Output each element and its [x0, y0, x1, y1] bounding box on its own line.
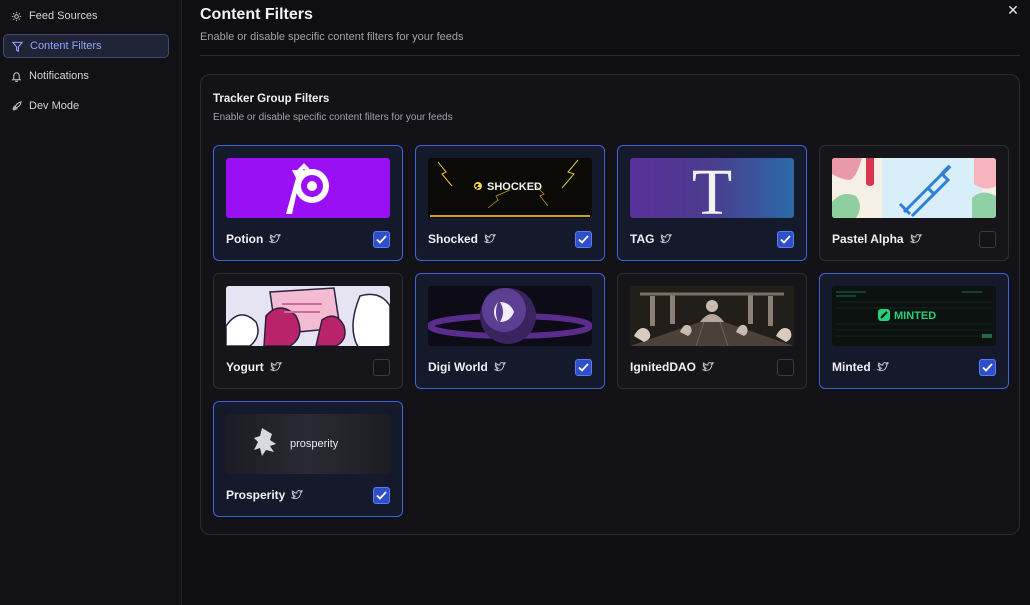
twitter-icon — [493, 362, 506, 372]
pastel-alpha-thumbnail — [832, 158, 996, 218]
tag-thumbnail: T — [630, 158, 794, 218]
card-name: TAG — [630, 232, 655, 246]
gear-icon — [11, 11, 22, 22]
shocked-logo-text: SHOCKED — [487, 181, 542, 193]
card-name: IgnitedDAO — [630, 360, 696, 374]
filter-card-igniteddao[interactable]: IgnitedDAO — [617, 273, 807, 389]
bell-icon — [11, 71, 22, 82]
card-name: Potion — [226, 232, 264, 246]
filter-card-potion[interactable]: Potion — [213, 145, 403, 261]
filter-icon — [12, 41, 23, 52]
twitter-icon — [269, 362, 282, 372]
shocked-thumbnail: SHOCKED — [428, 158, 592, 218]
filter-card-minted[interactable]: MINTED Minted — [819, 273, 1009, 389]
minted-thumbnail: MINTED — [832, 286, 996, 346]
sidebar-item-notifications[interactable]: Notifications — [3, 64, 169, 88]
sidebar-item-label: Dev Mode — [29, 100, 80, 112]
card-name: Prosperity — [226, 488, 286, 502]
sidebar-item-label: Content Filters — [30, 40, 102, 52]
main-content: Content Filters Enable or disable specif… — [182, 0, 1030, 605]
filter-card-digi-world[interactable]: Digi World — [415, 273, 605, 389]
filter-checkbox[interactable] — [575, 359, 592, 376]
igniteddao-thumbnail — [630, 286, 794, 346]
card-name: Minted — [832, 360, 871, 374]
filter-checkbox[interactable] — [777, 359, 794, 376]
yogurt-thumbnail — [226, 286, 390, 346]
panel-title: Tracker Group Filters — [213, 93, 330, 105]
filter-card-tag[interactable]: T TAG — [617, 145, 807, 261]
filter-checkbox[interactable] — [777, 231, 794, 248]
card-name: Yogurt — [226, 360, 264, 374]
minted-logo-text: MINTED — [894, 310, 936, 322]
card-name: Pastel Alpha — [832, 232, 904, 246]
filter-card-yogurt[interactable]: Yogurt — [213, 273, 403, 389]
sidebar: Feed Sources Content Filters Notificatio… — [0, 0, 182, 605]
filter-checkbox[interactable] — [373, 487, 390, 504]
twitter-icon — [876, 362, 889, 372]
tracker-group-filters-panel: Tracker Group Filters Enable or disable … — [200, 74, 1020, 535]
prosperity-thumbnail: prosperity — [226, 414, 390, 474]
close-icon[interactable]: ✕ — [1006, 2, 1020, 19]
tag-logo-text: T — [692, 158, 732, 218]
filter-checkbox[interactable] — [979, 231, 996, 248]
filter-card-shocked[interactable]: SHOCKED Shocked — [415, 145, 605, 261]
sidebar-item-feed-sources[interactable]: Feed Sources — [3, 4, 169, 28]
page-title: Content Filters — [200, 6, 313, 23]
twitter-icon — [484, 234, 496, 244]
twitter-icon — [269, 234, 281, 244]
sidebar-item-label: Notifications — [29, 70, 89, 82]
filter-card-pastel-alpha[interactable]: Pastel Alpha — [819, 145, 1009, 261]
card-name: Digi World — [428, 360, 488, 374]
sidebar-item-content-filters[interactable]: Content Filters — [3, 34, 169, 58]
potion-thumbnail — [226, 158, 390, 218]
twitter-icon — [660, 234, 672, 244]
filter-checkbox[interactable] — [373, 359, 390, 376]
rocket-icon — [11, 100, 22, 112]
prosperity-logo-text: prosperity — [290, 438, 339, 450]
panel-subtitle: Enable or disable specific content filte… — [213, 112, 453, 123]
filter-card-prosperity[interactable]: prosperity Prosperity — [213, 401, 403, 517]
twitter-icon — [291, 490, 303, 500]
filter-checkbox[interactable] — [373, 231, 390, 248]
twitter-icon — [702, 362, 714, 372]
digi-world-thumbnail — [428, 286, 592, 346]
twitter-icon — [909, 234, 922, 244]
card-name: Shocked — [428, 232, 479, 246]
sidebar-item-label: Feed Sources — [29, 10, 98, 22]
filter-checkbox[interactable] — [575, 231, 592, 248]
sidebar-item-dev-mode[interactable]: Dev Mode — [3, 94, 169, 118]
page-subtitle: Enable or disable specific content filte… — [200, 31, 464, 43]
divider — [200, 55, 1020, 56]
filter-checkbox[interactable] — [979, 359, 996, 376]
